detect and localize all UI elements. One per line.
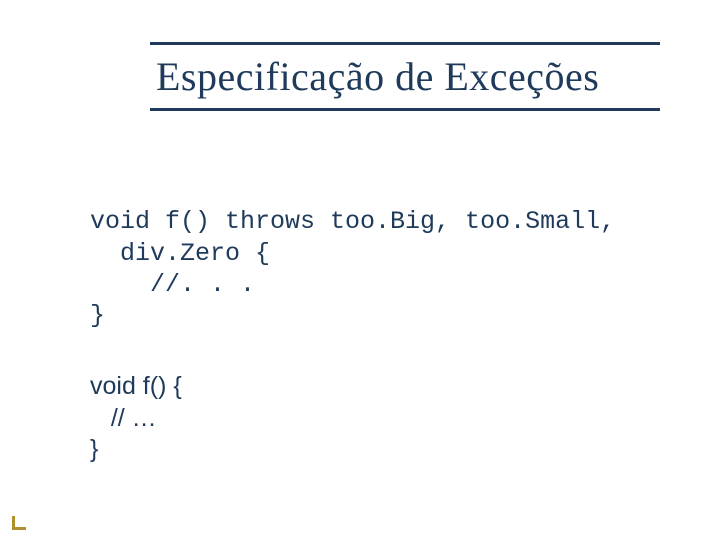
page-title: Especificação de Exceções: [150, 45, 660, 108]
code-line: //. . .: [90, 270, 255, 299]
code-line: void f() throws too.Big, too.Small,: [90, 207, 615, 236]
code-line: }: [90, 301, 105, 330]
code-block-plain: void f() { // … }: [90, 340, 182, 465]
code-line: void f() {: [90, 372, 182, 400]
code-line: }: [90, 435, 98, 463]
code-line: // …: [90, 404, 157, 432]
title-block: Especificação de Exceções: [150, 42, 660, 111]
code-block-throws: void f() throws too.Big, too.Small, div.…: [90, 175, 615, 331]
rule-bottom: [150, 108, 660, 111]
code-line: div.Zero {: [90, 239, 270, 268]
corner-decoration-icon: [12, 514, 28, 530]
